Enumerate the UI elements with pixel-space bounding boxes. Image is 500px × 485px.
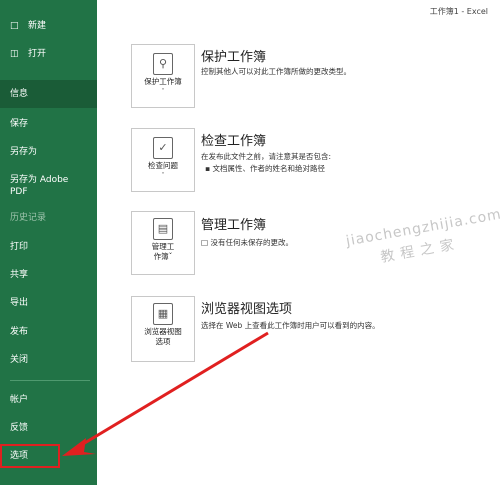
red-arrow-annotation <box>62 331 269 456</box>
arrow-shaft <box>77 331 269 449</box>
